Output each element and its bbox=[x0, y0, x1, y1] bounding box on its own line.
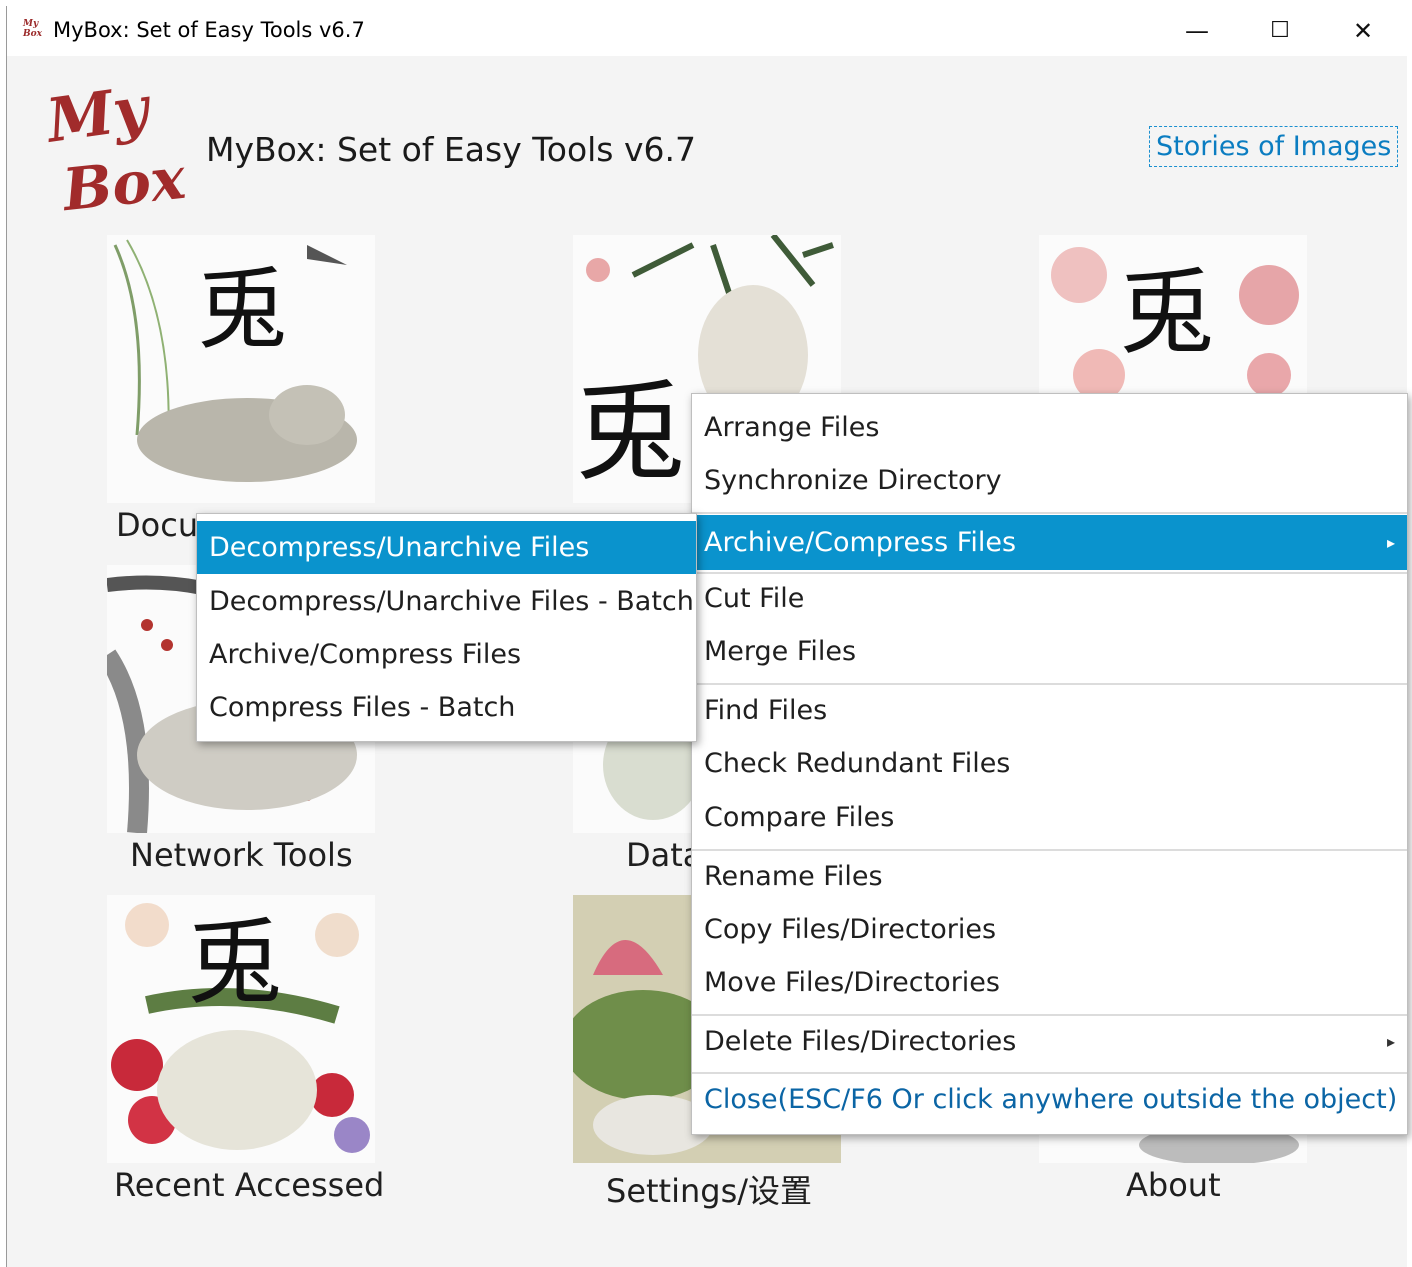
submenu-arrow-icon: ▸ bbox=[1386, 533, 1395, 552]
window-title: MyBox: Set of Easy Tools v6.7 bbox=[53, 18, 365, 42]
documents-tile-image[interactable]: 兎 bbox=[107, 235, 375, 503]
file-tools-menu: Arrange Files Synchronize Directory Arch… bbox=[691, 393, 1408, 1135]
menu-item-cut-file[interactable]: Cut File bbox=[692, 575, 1407, 623]
submenu-item-archive-compress-files[interactable]: Archive/Compress Files bbox=[197, 629, 696, 681]
menu-item-merge-files[interactable]: Merge Files bbox=[692, 628, 1407, 676]
menu-item-arrange-files[interactable]: Arrange Files bbox=[692, 404, 1407, 452]
main-window: My Box MyBox: Set of Easy Tools v6.7 — ☐… bbox=[6, 6, 1408, 1267]
menu-item-rename-files[interactable]: Rename Files bbox=[692, 853, 1407, 901]
menu-item-check-redundant-files[interactable]: Check Redundant Files bbox=[692, 740, 1407, 788]
mybox-logo: My Box bbox=[43, 73, 205, 230]
submenu-arrow-icon: ▸ bbox=[1386, 1032, 1395, 1051]
menu-item-move-files[interactable]: Move Files/Directories bbox=[692, 959, 1407, 1007]
menu-item-synchronize-directory[interactable]: Synchronize Directory bbox=[692, 457, 1407, 505]
archive-submenu: Decompress/Unarchive Files Decompress/Un… bbox=[196, 513, 697, 742]
rabbit-peony-illustration-icon: 兎 bbox=[111, 903, 370, 1153]
menu-item-close[interactable]: Close(ESC/F6 Or click anywhere outside t… bbox=[692, 1076, 1407, 1124]
settings-tile-label[interactable]: Settings/设置 bbox=[606, 1166, 812, 1212]
close-button[interactable]: ✕ bbox=[1321, 6, 1405, 56]
app-icon-text-bottom: Box bbox=[23, 29, 42, 39]
tile-glyph: 兎 bbox=[575, 368, 685, 496]
recent-accessed-tile-image[interactable]: 兎 bbox=[107, 895, 375, 1163]
menu-item-copy-files[interactable]: Copy Files/Directories bbox=[692, 906, 1407, 954]
menu-separator bbox=[692, 572, 1407, 574]
recent-accessed-tile-label[interactable]: Recent Accessed bbox=[114, 1166, 384, 1204]
tile-glyph: 兎 bbox=[197, 257, 287, 362]
menu-item-compare-files[interactable]: Compare Files bbox=[692, 794, 1407, 842]
menu-item-label: Archive/Compress Files bbox=[704, 527, 1017, 558]
minimize-button[interactable]: — bbox=[1155, 6, 1239, 56]
menu-item-label: Delete Files/Directories bbox=[704, 1026, 1017, 1057]
menu-item-find-files[interactable]: Find Files bbox=[692, 687, 1407, 735]
menu-separator bbox=[692, 512, 1407, 514]
app-icon-text-top: My bbox=[23, 19, 39, 29]
rabbit-willow-illustration-icon: 兎 bbox=[113, 239, 357, 482]
tile-glyph: 兎 bbox=[1119, 258, 1214, 368]
menu-separator bbox=[692, 683, 1407, 685]
menu-item-delete-files[interactable]: Delete Files/Directories ▸ bbox=[692, 1018, 1407, 1066]
network-tools-tile-label[interactable]: Network Tools bbox=[130, 836, 353, 874]
maximize-button[interactable]: ☐ bbox=[1238, 6, 1322, 56]
app-heading: MyBox: Set of Easy Tools v6.7 bbox=[206, 130, 697, 169]
stories-of-images-link[interactable]: Stories of Images bbox=[1149, 126, 1399, 167]
menu-separator bbox=[692, 1014, 1407, 1016]
menu-separator bbox=[692, 849, 1407, 851]
logo-text-my: My bbox=[42, 73, 153, 157]
tile-glyph: 兎 bbox=[187, 908, 282, 1018]
menu-separator bbox=[692, 1072, 1407, 1074]
app-icon: My Box bbox=[23, 19, 47, 43]
documents-tile-label[interactable]: Docu bbox=[116, 506, 198, 544]
submenu-item-decompress-files[interactable]: Decompress/Unarchive Files bbox=[197, 521, 696, 574]
submenu-item-compress-files-batch[interactable]: Compress Files - Batch bbox=[197, 682, 696, 734]
title-bar: My Box MyBox: Set of Easy Tools v6.7 — ☐… bbox=[7, 6, 1407, 56]
menu-item-archive-compress-files[interactable]: Archive/Compress Files ▸ bbox=[692, 515, 1407, 570]
submenu-item-decompress-files-batch[interactable]: Decompress/Unarchive Files - Batch bbox=[197, 576, 696, 628]
logo-text-box: Box bbox=[59, 143, 189, 225]
about-tile-label[interactable]: About bbox=[1126, 1166, 1221, 1204]
